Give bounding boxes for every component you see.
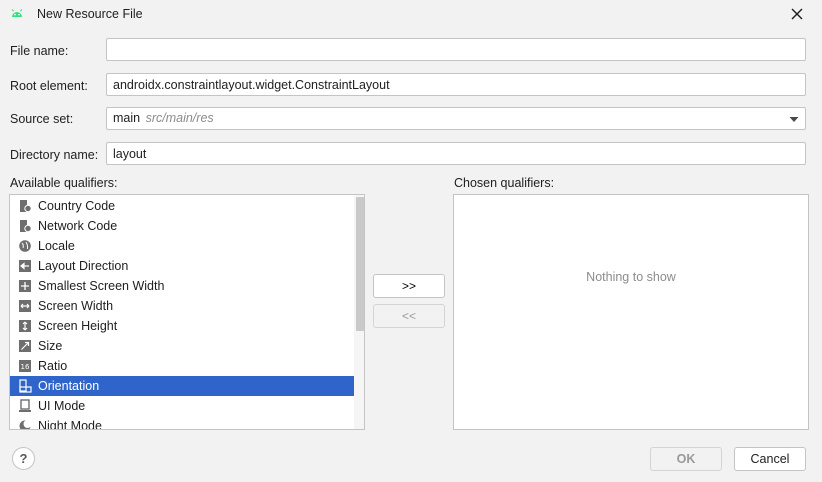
qualifier-size[interactable]: Size	[10, 336, 354, 356]
country-code-icon	[18, 199, 32, 213]
help-button[interactable]: ?	[12, 447, 35, 470]
cancel-button[interactable]: Cancel	[734, 447, 806, 471]
screen-height-icon	[18, 319, 32, 333]
source-set-label: Source set:	[10, 112, 74, 126]
available-qualifiers-list[interactable]: Country Code Network Code Locale Layout …	[9, 194, 365, 430]
close-icon	[791, 8, 803, 20]
root-element-input[interactable]	[106, 73, 806, 96]
file-name-input[interactable]	[106, 38, 806, 61]
android-icon	[10, 6, 24, 20]
available-qualifiers-label: Available qualifiers:	[10, 176, 118, 190]
directory-name-input[interactable]	[106, 142, 806, 165]
source-set-path-hint: src/main/res	[145, 111, 214, 125]
globe-icon	[18, 239, 32, 253]
ok-button[interactable]: OK	[650, 447, 722, 471]
title-bar: New Resource File	[0, 0, 822, 28]
qualifier-locale[interactable]: Locale	[10, 236, 354, 256]
qualifier-night-mode[interactable]: Night Mode	[10, 416, 354, 429]
list-scrollbar-thumb[interactable]	[356, 197, 364, 331]
night-mode-icon	[18, 419, 32, 429]
ratio-icon: 16	[18, 359, 32, 373]
screen-width-icon	[18, 299, 32, 313]
qualifier-screen-width[interactable]: Screen Width	[10, 296, 354, 316]
ui-mode-icon	[18, 399, 32, 413]
qualifier-layout-direction[interactable]: Layout Direction	[10, 256, 354, 276]
file-name-label: File name:	[10, 44, 69, 58]
add-qualifier-button[interactable]: >>	[373, 274, 445, 298]
source-set-value: main	[113, 111, 141, 125]
list-scrollbar[interactable]	[354, 195, 364, 429]
qualifier-orientation[interactable]: Orientation	[10, 376, 354, 396]
chosen-qualifiers-list[interactable]: Nothing to show	[453, 194, 809, 430]
qualifier-country-code[interactable]: Country Code	[10, 196, 354, 216]
layout-direction-icon	[18, 259, 32, 273]
size-icon	[18, 339, 32, 353]
window-title: New Resource File	[37, 7, 143, 21]
qualifier-ratio[interactable]: 16 Ratio	[10, 356, 354, 376]
svg-text:16: 16	[21, 363, 30, 371]
close-button[interactable]	[784, 2, 810, 26]
orientation-icon	[18, 379, 32, 393]
source-set-dropdown[interactable]: main src/main/res	[106, 107, 806, 130]
qualifier-ui-mode[interactable]: UI Mode	[10, 396, 354, 416]
qualifier-smallest-screen-width[interactable]: Smallest Screen Width	[10, 276, 354, 296]
empty-state-text: Nothing to show	[586, 270, 676, 284]
root-element-label: Root element:	[10, 79, 88, 93]
qualifier-network-code[interactable]: Network Code	[10, 216, 354, 236]
directory-name-label: Directory name:	[10, 148, 99, 162]
smallest-width-icon	[18, 279, 32, 293]
remove-qualifier-button[interactable]: <<	[373, 304, 445, 328]
chevron-down-icon	[787, 112, 801, 129]
chosen-qualifiers-label: Chosen qualifiers:	[454, 176, 555, 190]
qualifier-screen-height[interactable]: Screen Height	[10, 316, 354, 336]
network-code-icon	[18, 219, 32, 233]
